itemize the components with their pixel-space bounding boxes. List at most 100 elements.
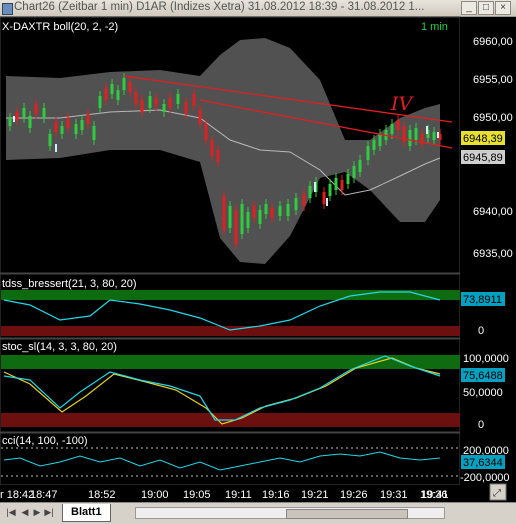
- candle-body: [168, 98, 172, 108]
- candle-body: [414, 128, 418, 140]
- time-axis-label: 19:05: [183, 489, 211, 501]
- candle-body: [246, 212, 250, 228]
- cci-panel-label: cci(14, 100, -100): [2, 435, 88, 447]
- expand-icon: ⤢: [493, 488, 501, 499]
- candle-body: [340, 180, 344, 190]
- candle-body: [216, 150, 220, 162]
- stoc-overbought-zone: [1, 355, 460, 369]
- candle-body: [80, 120, 84, 130]
- time-axis-label: 19:16: [262, 489, 290, 501]
- time-axis-label: 19:26: [340, 489, 368, 501]
- time-axis-label: 19:41: [421, 489, 449, 501]
- candle-body: [408, 130, 412, 146]
- candle-body: [116, 90, 120, 100]
- horizontal-scrollbar[interactable]: [135, 507, 445, 519]
- price-tick: 6940,00: [473, 206, 513, 218]
- candle-body: [148, 96, 152, 108]
- candle-body: [184, 102, 188, 114]
- candle-body: [234, 210, 238, 244]
- candle-body: [270, 208, 274, 218]
- candle-body: [204, 124, 208, 140]
- time-axis-label: 19:21: [301, 489, 329, 501]
- first-sheet-button[interactable]: |◀: [6, 507, 16, 517]
- cci-tick: -200,0000: [460, 472, 510, 484]
- candle-body: [328, 184, 332, 196]
- candle-body: [432, 132, 436, 140]
- candle-body: [222, 196, 226, 230]
- candle-body: [74, 124, 78, 134]
- candle-body: [192, 94, 196, 106]
- candle-body: [278, 206, 282, 216]
- stoc-panel-label: stoc_sl(14, 3, 3, 80, 20): [2, 341, 117, 353]
- time-axis-label: 19:11: [225, 489, 252, 501]
- candle-body: [366, 146, 370, 160]
- candle-body: [294, 198, 298, 210]
- candle-body: [128, 82, 132, 92]
- candle-body: [104, 88, 108, 100]
- band-value: 6945,89: [463, 152, 503, 164]
- candle-body: [28, 116, 32, 128]
- candle-body: [264, 204, 268, 214]
- candle-body: [346, 174, 350, 184]
- candle-body: [390, 124, 394, 134]
- candle-body: [15, 112, 19, 120]
- candle-body: [162, 104, 166, 112]
- candle-body: [228, 206, 232, 228]
- tdss-tick: 0: [478, 325, 484, 337]
- candle-body: [22, 108, 26, 118]
- tdss-panel-label: tdss_bressert(21, 3, 80, 20): [2, 278, 137, 290]
- interval-label: 1 min: [421, 21, 448, 33]
- candle-body: [334, 178, 338, 190]
- time-axis-label: 19:00: [141, 489, 169, 501]
- stoc-tick: 100,0000: [463, 353, 509, 365]
- candle-body: [110, 84, 114, 94]
- cci-value: 37,6344: [463, 457, 503, 469]
- candle-body: [198, 110, 202, 124]
- candle-body: [302, 194, 306, 206]
- price-tick: 6935,00: [473, 248, 513, 260]
- candle-body: [258, 210, 262, 224]
- price-tick: 6960,00: [473, 36, 513, 48]
- candle-body: [154, 98, 158, 106]
- tdss-value: 73,8911: [463, 294, 502, 306]
- candle-body: [48, 134, 52, 146]
- tdss-oversold-zone: [1, 326, 460, 336]
- time-axis-label: 19:31: [380, 489, 408, 501]
- price-tick: 6955,00: [473, 74, 513, 86]
- time-axis-label: 18:52: [88, 489, 116, 501]
- candle-body: [86, 114, 90, 124]
- candle-body: [98, 96, 102, 108]
- price-tick: 6950,00: [473, 112, 513, 124]
- last-price-value: 6948,39: [463, 133, 503, 145]
- scrollbar-thumb[interactable]: [286, 509, 408, 519]
- candle-body: [66, 118, 70, 128]
- candle-body: [378, 134, 382, 146]
- candle-body: [176, 94, 180, 104]
- candle-body: [92, 126, 96, 140]
- candle-body: [396, 120, 400, 130]
- sheet-tab-blatt1[interactable]: Blatt1: [62, 504, 111, 522]
- last-sheet-button[interactable]: ▶|: [44, 507, 54, 517]
- candle-body: [286, 204, 290, 216]
- candle-body: [322, 192, 326, 204]
- candle-body: [34, 104, 38, 114]
- sheet-tab-bar: |◀ ◀ ▶ ▶| Blatt1: [0, 502, 516, 524]
- stoc-value: 75,6488: [463, 370, 503, 382]
- candle-body: [352, 166, 356, 178]
- candle-body: [140, 100, 144, 112]
- time-axis-label: 18:47: [30, 489, 58, 501]
- candle-body: [372, 140, 376, 150]
- candle-body: [122, 78, 126, 90]
- candle-body: [358, 160, 362, 172]
- candle-body: [210, 140, 214, 156]
- candle-body: [134, 92, 138, 104]
- candle-body: [54, 122, 58, 132]
- candle-body: [60, 126, 64, 134]
- candle-body: [42, 108, 46, 118]
- stoc-tick: 0: [478, 419, 484, 431]
- chart-area[interactable]: X-DAXTR boll(20, 2, -2) 1 min tdss_bress…: [0, 0, 516, 502]
- prev-sheet-button[interactable]: ◀: [20, 507, 30, 517]
- next-sheet-button[interactable]: ▶: [32, 507, 42, 517]
- wave-annotation: IV: [390, 93, 415, 115]
- price-panel-label: X-DAXTR boll(20, 2, -2): [2, 21, 118, 33]
